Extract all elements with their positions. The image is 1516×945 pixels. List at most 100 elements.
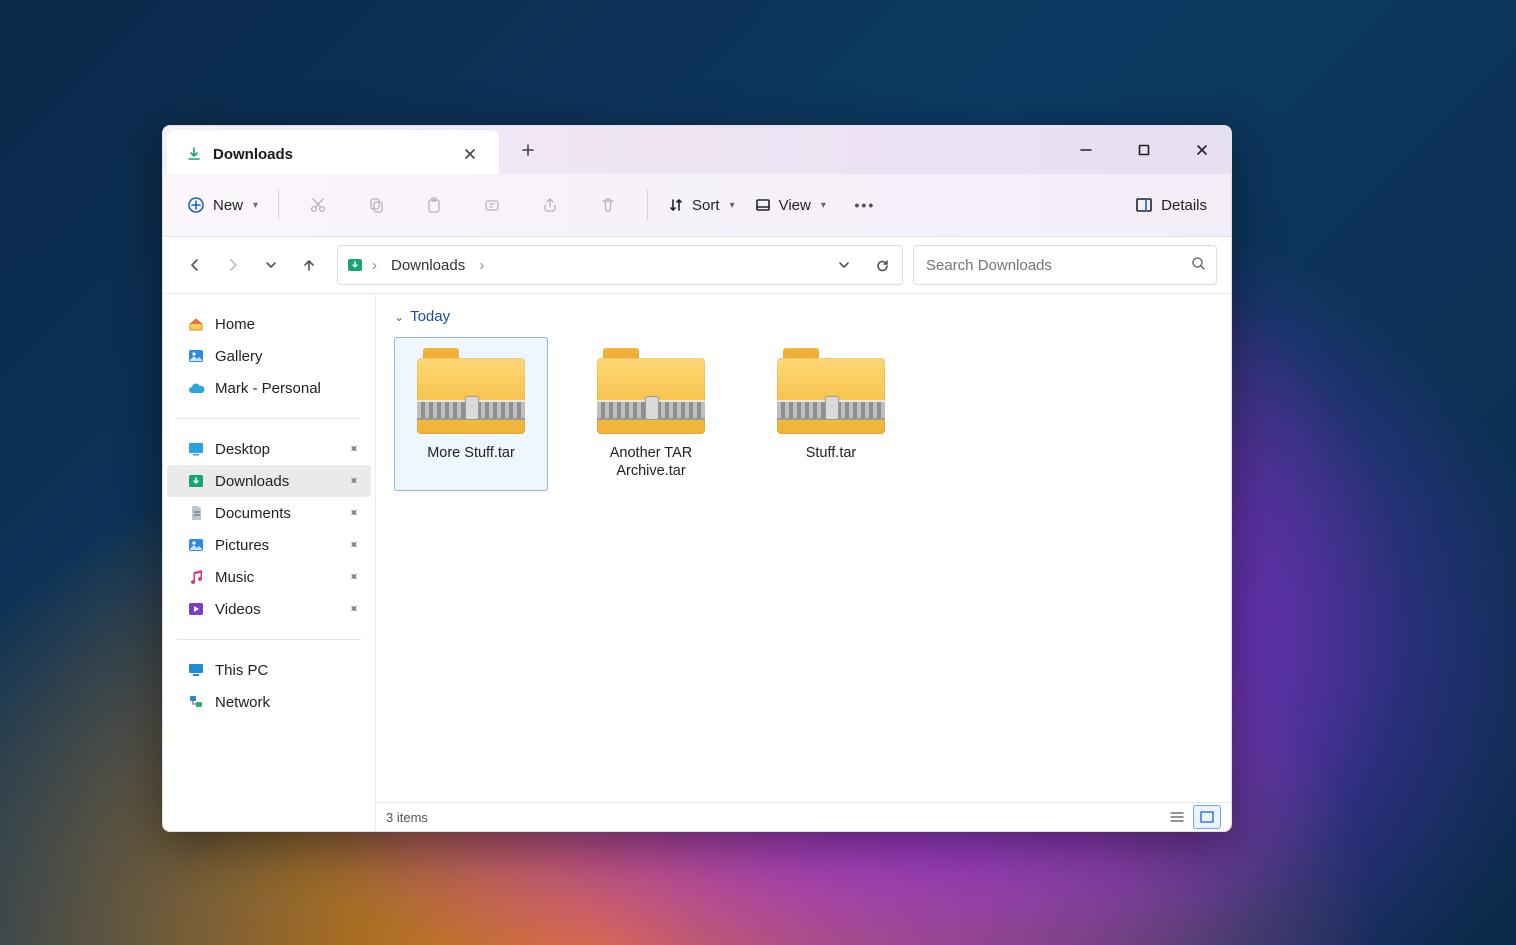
breadcrumb-separator: › bbox=[477, 257, 486, 274]
paste-button[interactable] bbox=[407, 186, 461, 224]
pin-icon: ✦ bbox=[344, 535, 363, 554]
pin-icon: ✦ bbox=[344, 439, 363, 458]
status-item-count: 3 items bbox=[386, 810, 428, 825]
sidebar-item-label: Documents bbox=[215, 505, 291, 522]
titlebar: Downloads bbox=[163, 126, 1231, 174]
file-item[interactable]: More Stuff.tar bbox=[394, 337, 548, 491]
sidebar-item-label: Mark - Personal bbox=[215, 380, 321, 397]
pin-icon: ✦ bbox=[344, 503, 363, 522]
pin-icon: ✦ bbox=[344, 567, 363, 586]
view-button[interactable]: View ▾ bbox=[747, 186, 834, 224]
group-header-today[interactable]: ⌄ Today bbox=[376, 294, 1231, 331]
sort-button[interactable]: Sort ▾ bbox=[660, 186, 743, 224]
sidebar-item-network[interactable]: Network bbox=[167, 686, 371, 718]
address-bar[interactable]: › Downloads › bbox=[337, 245, 903, 285]
new-tab-button[interactable] bbox=[513, 135, 543, 165]
gallery-icon bbox=[187, 347, 205, 365]
sidebar-item-home[interactable]: Home bbox=[167, 308, 371, 340]
zip-archive-icon bbox=[417, 348, 525, 434]
command-bar: New ▾ Sort ▾ View ▾ ••• Details bbox=[163, 174, 1231, 237]
documents-icon bbox=[187, 504, 205, 522]
recent-locations-button[interactable] bbox=[253, 247, 289, 283]
close-button[interactable] bbox=[1173, 126, 1231, 174]
delete-button[interactable] bbox=[581, 186, 635, 224]
sidebar-item-downloads[interactable]: Downloads ✦ bbox=[167, 465, 371, 497]
maximize-button[interactable] bbox=[1115, 126, 1173, 174]
sidebar-item-desktop[interactable]: Desktop ✦ bbox=[167, 433, 371, 465]
cut-button[interactable] bbox=[291, 186, 345, 224]
chevron-down-icon: ▾ bbox=[730, 200, 735, 211]
sidebar-item-label: This PC bbox=[215, 662, 268, 679]
zip-archive-icon bbox=[597, 348, 705, 434]
status-bar: 3 items bbox=[376, 802, 1231, 831]
downloads-icon bbox=[346, 256, 364, 274]
new-button[interactable]: New ▾ bbox=[179, 186, 266, 224]
sidebar-item-documents[interactable]: Documents ✦ bbox=[167, 497, 371, 529]
copy-button[interactable] bbox=[349, 186, 403, 224]
zip-archive-icon bbox=[777, 348, 885, 434]
onedrive-icon bbox=[187, 379, 205, 397]
up-button[interactable] bbox=[291, 247, 327, 283]
breadcrumb-separator: › bbox=[370, 257, 379, 274]
navigation-row: › Downloads › bbox=[163, 237, 1231, 294]
sidebar-item-label: Desktop bbox=[215, 441, 270, 458]
tab-close-button[interactable] bbox=[455, 139, 485, 169]
group-label: Today bbox=[410, 308, 450, 325]
sidebar-item-label: Network bbox=[215, 694, 270, 711]
chevron-down-icon: ▾ bbox=[821, 200, 826, 211]
address-history-button[interactable] bbox=[828, 249, 860, 281]
videos-icon bbox=[187, 600, 205, 618]
navigation-pane: HomeGalleryMark - Personal Desktop✦Downl… bbox=[163, 294, 376, 831]
new-button-label: New bbox=[213, 197, 243, 214]
rename-button[interactable] bbox=[465, 186, 519, 224]
forward-button[interactable] bbox=[215, 247, 251, 283]
pin-icon: ✦ bbox=[344, 471, 363, 490]
pictures-icon bbox=[187, 536, 205, 554]
downloads-icon bbox=[185, 145, 203, 163]
file-name: Another TAR Archive.tar bbox=[579, 444, 723, 480]
sidebar-item-videos[interactable]: Videos ✦ bbox=[167, 593, 371, 625]
search-icon bbox=[1191, 256, 1206, 274]
share-button[interactable] bbox=[523, 186, 577, 224]
file-explorer-window: Downloads New ▾ bbox=[162, 125, 1232, 832]
sidebar-item-music[interactable]: Music ✦ bbox=[167, 561, 371, 593]
details-button-label: Details bbox=[1161, 197, 1207, 214]
sidebar-item-this-pc[interactable]: This PC bbox=[167, 654, 371, 686]
file-list: ⌄ Today More Stuff.tar Another TAR Archiv… bbox=[376, 294, 1231, 831]
sidebar-item-label: Downloads bbox=[215, 473, 289, 490]
file-name: More Stuff.tar bbox=[427, 444, 515, 462]
sort-button-label: Sort bbox=[692, 197, 720, 214]
minimize-button[interactable] bbox=[1057, 126, 1115, 174]
sidebar-item-label: Music bbox=[215, 569, 254, 586]
sidebar-item-label: Videos bbox=[215, 601, 261, 618]
sidebar-item-mark-personal[interactable]: Mark - Personal bbox=[167, 372, 371, 404]
refresh-button[interactable] bbox=[866, 249, 898, 281]
file-item[interactable]: Another TAR Archive.tar bbox=[574, 337, 728, 491]
sidebar-item-label: Home bbox=[215, 316, 255, 333]
sidebar-item-gallery[interactable]: Gallery bbox=[167, 340, 371, 372]
music-icon bbox=[187, 568, 205, 586]
downloads-icon bbox=[187, 472, 205, 490]
sidebar-item-pictures[interactable]: Pictures ✦ bbox=[167, 529, 371, 561]
search-box[interactable] bbox=[913, 245, 1217, 285]
large-icons-view-toggle[interactable] bbox=[1193, 805, 1221, 829]
sidebar-item-label: Pictures bbox=[215, 537, 269, 554]
home-icon bbox=[187, 315, 205, 333]
tab-title: Downloads bbox=[213, 146, 445, 163]
desktop-icon bbox=[187, 440, 205, 458]
file-item[interactable]: Stuff.tar bbox=[754, 337, 908, 491]
tab-active[interactable]: Downloads bbox=[167, 130, 499, 178]
chevron-down-icon: ⌄ bbox=[394, 310, 404, 324]
file-name: Stuff.tar bbox=[806, 444, 857, 462]
chevron-down-icon: ▾ bbox=[253, 200, 258, 211]
details-view-toggle[interactable] bbox=[1163, 805, 1191, 829]
network-icon bbox=[187, 693, 205, 711]
search-input[interactable] bbox=[924, 256, 1183, 275]
back-button[interactable] bbox=[177, 247, 213, 283]
this-pc-icon bbox=[187, 661, 205, 679]
pin-icon: ✦ bbox=[344, 599, 363, 618]
view-button-label: View bbox=[779, 197, 811, 214]
more-button[interactable]: ••• bbox=[838, 186, 892, 224]
details-pane-button[interactable]: Details bbox=[1127, 186, 1215, 224]
breadcrumb-downloads[interactable]: Downloads bbox=[385, 253, 471, 278]
